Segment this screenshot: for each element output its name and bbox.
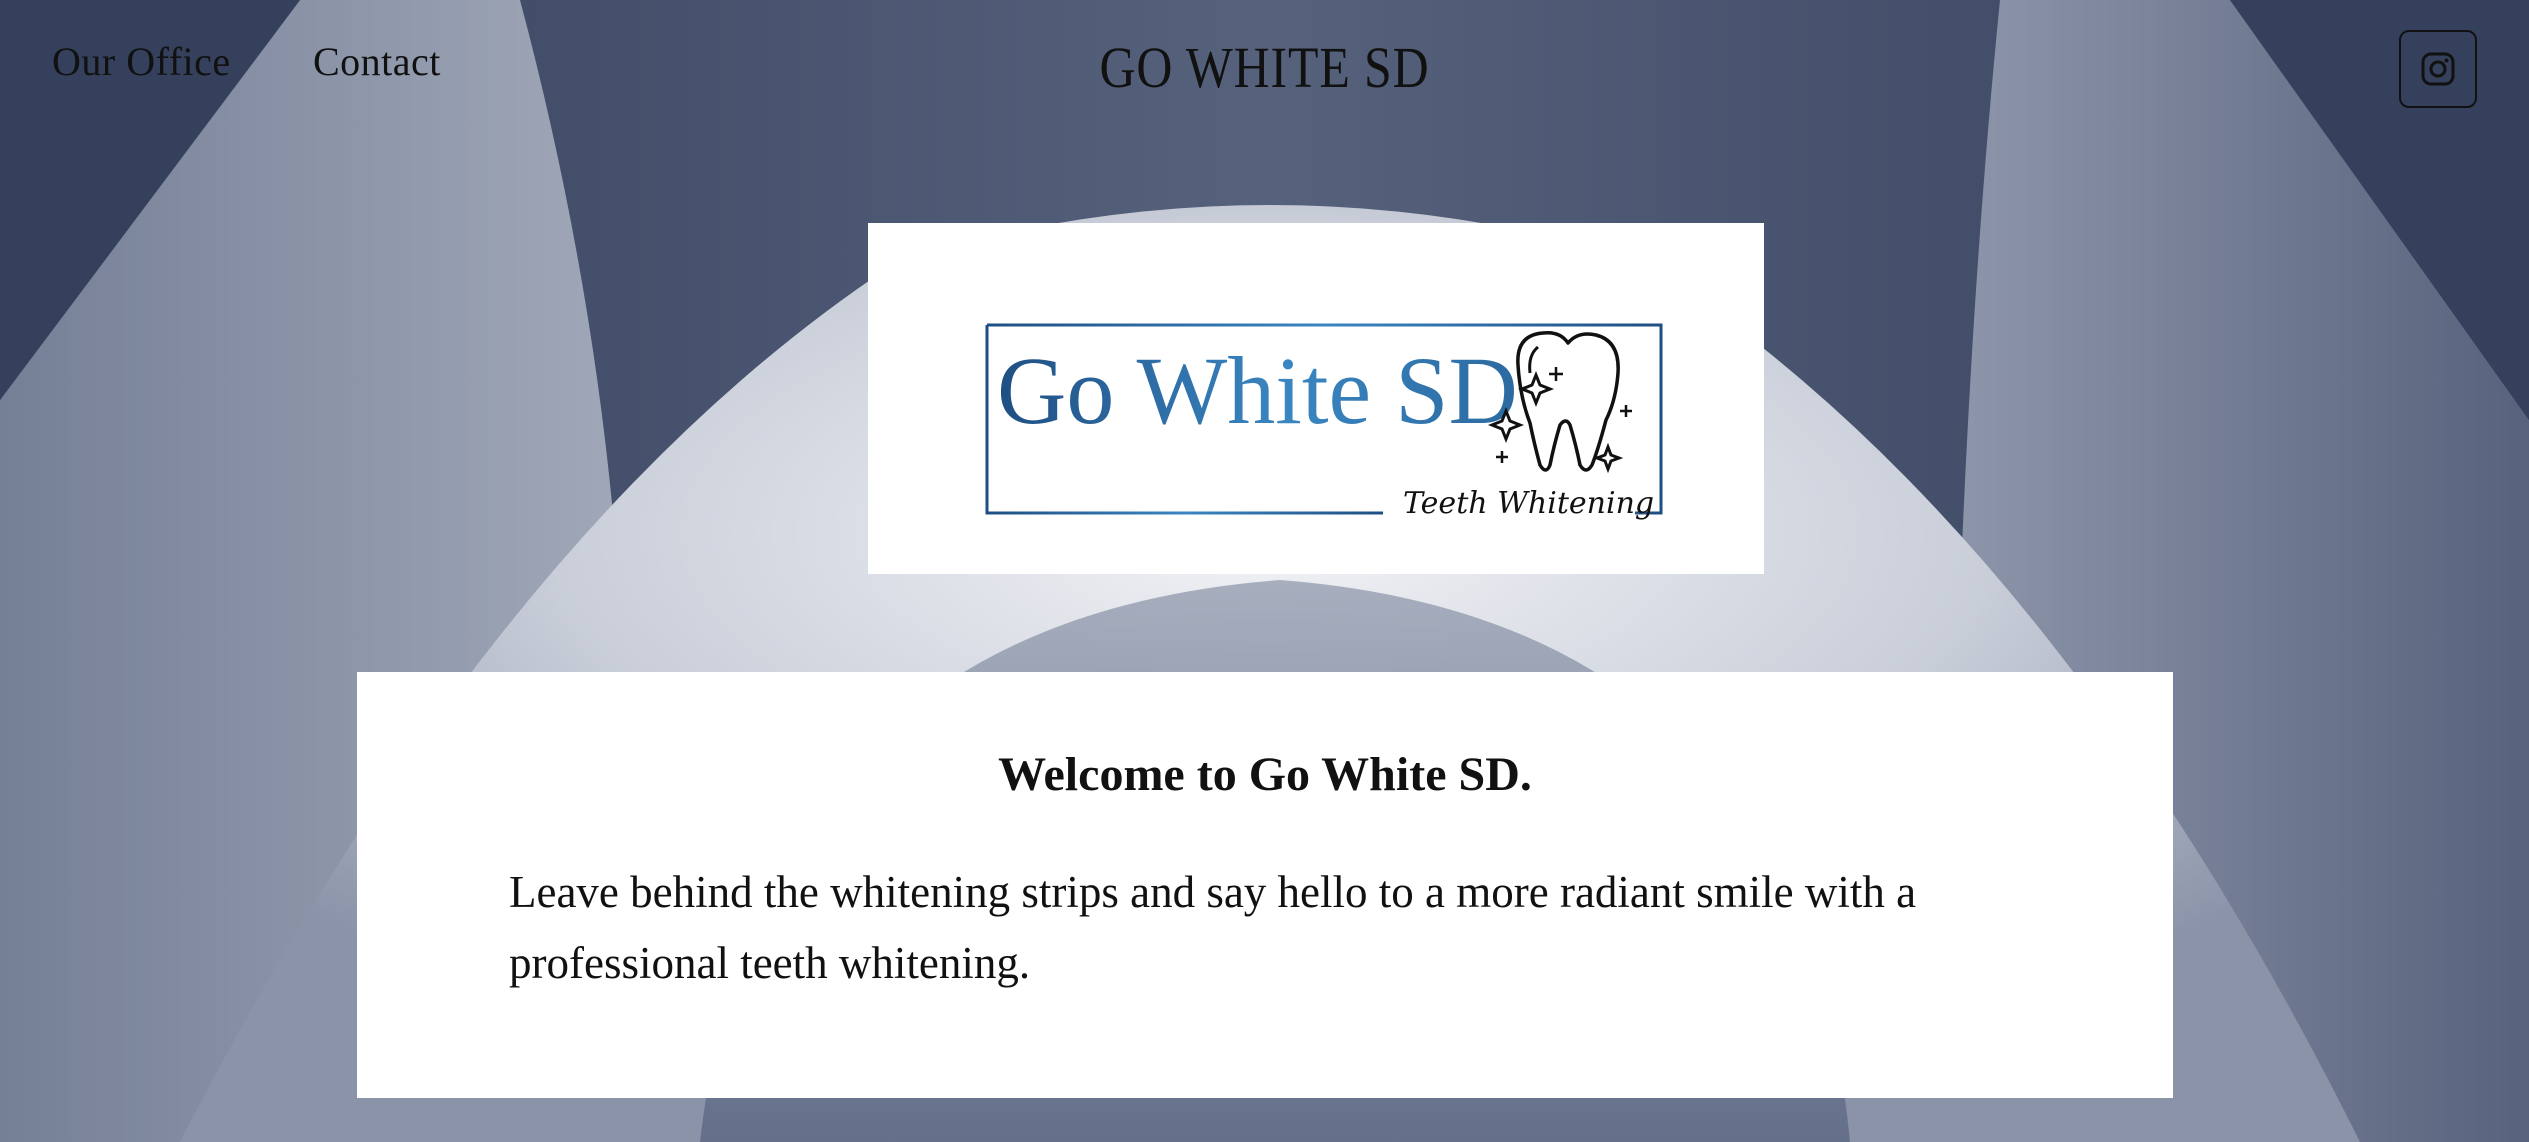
- logo-tagline: Teeth Whitening: [1403, 486, 1655, 521]
- tooth-sparkle-icon: [1488, 330, 1632, 474]
- welcome-heading: Welcome to Go White SD.: [998, 748, 1532, 801]
- welcome-body-text: Leave behind the whitening strips and sa…: [509, 867, 1917, 988]
- instagram-button[interactable]: [2399, 30, 2477, 108]
- nav-contact[interactable]: Contact: [313, 38, 441, 85]
- logo-wordmark: Go White SD: [997, 337, 1518, 444]
- instagram-icon: [2421, 52, 2455, 86]
- welcome-card: Welcome to Go White SD. Leave behind the…: [357, 672, 2173, 1098]
- page: Our Office Contact GO WHITE SD Go White …: [0, 0, 2529, 1142]
- nav-our-office[interactable]: Our Office: [52, 38, 231, 85]
- logo-card: Go White SD Teeth Whitening: [868, 223, 1764, 574]
